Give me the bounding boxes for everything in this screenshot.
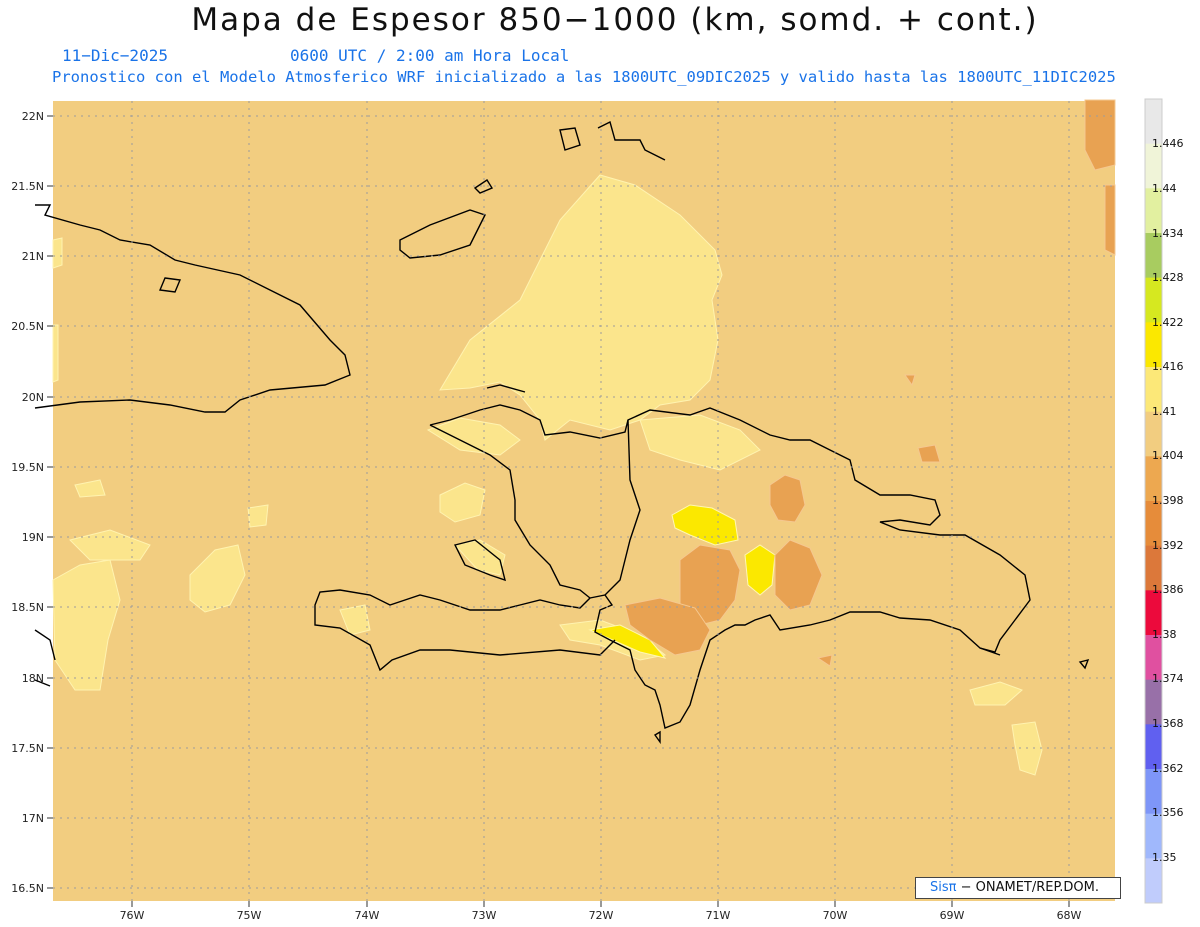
lon-label: 71W [706,909,731,922]
colorbar-label: 1.44 [1152,182,1177,195]
thickness-map: 22N 21.5N 21N 20.5N 20N 19.5N 19N 18.5N … [11,98,1184,922]
lat-label: 20N [22,391,44,404]
lon-label: 70W [823,909,848,922]
lon-label: 72W [589,909,614,922]
lat-label: 21N [22,250,44,263]
lon-label: 76W [120,909,145,922]
lat-label: 19N [22,531,44,544]
colorbar-label: 1.41 [1152,405,1177,418]
lon-label: 75W [237,909,262,922]
colorbar-label: 1.38 [1152,628,1177,641]
colorbar-swatch [1145,858,1162,904]
lat-label: 21.5N [11,180,44,193]
colorbar-label: 1.398 [1152,494,1184,507]
lat-label: 17N [22,812,44,825]
lon-label: 73W [472,909,497,922]
latitude-labels: 22N 21.5N 21N 20.5N 20N 19.5N 19N 18.5N … [11,110,44,895]
colorbar-label: 1.416 [1152,360,1184,373]
lon-label: 69W [940,909,965,922]
colorbar-label: 1.422 [1152,316,1184,329]
lat-label: 19.5N [11,461,44,474]
credit-box: Sisπ − ONAMET/REP.DOM. [915,877,1121,899]
colorbar-label: 1.362 [1152,762,1184,775]
colorbar-label: 1.374 [1152,672,1184,685]
lat-label: 16.5N [11,882,44,895]
colorbar-label: 1.434 [1152,227,1184,240]
lon-label: 74W [355,909,380,922]
colorbar-label: 1.368 [1152,717,1184,730]
colorbar-label: 1.392 [1152,539,1184,552]
lat-label: 18.5N [11,601,44,614]
longitude-labels: 76W 75W 74W 73W 72W 71W 70W 69W 68W [120,909,1082,922]
colorbar-label: 1.446 [1152,137,1184,150]
colorbar-label: 1.35 [1152,851,1177,864]
lat-label: 17.5N [11,742,44,755]
colorbar-label: 1.356 [1152,806,1184,819]
lat-label: 18N [22,672,44,685]
lat-label: 22N [22,110,44,123]
credit-text: − ONAMET/REP.DOM. [956,880,1100,895]
colorbar-label: 1.386 [1152,583,1184,596]
lon-label: 68W [1057,909,1082,922]
lat-label: 20.5N [11,320,44,333]
colorbar-label: 1.404 [1152,449,1184,462]
colorbar-label: 1.428 [1152,271,1184,284]
credit-logo: Sisπ [930,880,957,895]
